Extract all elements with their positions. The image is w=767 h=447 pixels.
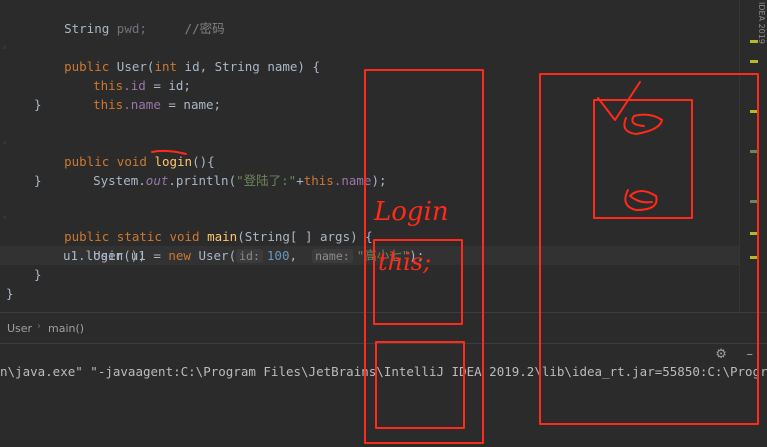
code-line-close-class[interactable]: } [6, 284, 14, 303]
code-line-close-1[interactable]: } [34, 95, 42, 114]
run-console[interactable]: n\java.exe" "-javaagent:C:\Program Files… [0, 360, 767, 447]
code-line-login-call[interactable]: u1.login(); [63, 246, 146, 265]
breadcrumb-class[interactable]: User [7, 322, 32, 335]
warning-mark[interactable] [750, 60, 758, 63]
editor-scrollbar[interactable]: IDEA 2019 [739, 0, 767, 312]
fold-icon[interactable]: ◦ [2, 44, 10, 54]
code-line-main-decl[interactable]: public static void main(String[ ] args) … [34, 208, 373, 244]
warning-mark[interactable] [750, 150, 758, 153]
fold-icon[interactable]: ◦ [2, 214, 10, 224]
run-panel-toolbar: ⚙ – [705, 343, 753, 362]
warning-mark[interactable] [750, 256, 758, 259]
warning-mark[interactable] [750, 200, 758, 203]
fold-icon[interactable]: ◦ [2, 139, 10, 149]
warning-mark[interactable] [750, 40, 758, 43]
param-hint-name: name: [312, 249, 353, 263]
param-hint-id: id: [236, 249, 263, 263]
chevron-right-icon: › [37, 321, 41, 332]
code-line-println[interactable]: System.out.println("登陆了:"+this.name); [63, 152, 386, 188]
code-line-close-3[interactable]: } [34, 265, 42, 284]
code-line-constructor[interactable]: public User(int id, String name) { [34, 38, 320, 74]
code-line-login-decl[interactable]: public void login(){ [34, 133, 215, 169]
code-line-assign-name[interactable]: this.name = name; [63, 76, 221, 112]
breadcrumb: User › main() [0, 312, 767, 344]
scrollbar-label: IDEA 2019 [757, 2, 766, 44]
warning-mark[interactable] [750, 110, 758, 113]
console-command-line: n\java.exe" "-javaagent:C:\Program Files… [0, 364, 767, 379]
code-line-assign-id[interactable]: this.id = id; [63, 57, 191, 93]
warning-mark[interactable] [750, 232, 758, 235]
code-line-close-2[interactable]: } [34, 171, 42, 190]
code-line-1[interactable]: String pwd; //密码 [34, 0, 225, 36]
code-editor[interactable]: String pwd; //密码 ◦ public User(int id, S… [0, 0, 740, 312]
breadcrumb-method[interactable]: main() [48, 322, 84, 335]
code-line-new-user[interactable]: User u1 = new User(id: 100, name: "高小七"); [63, 227, 424, 263]
